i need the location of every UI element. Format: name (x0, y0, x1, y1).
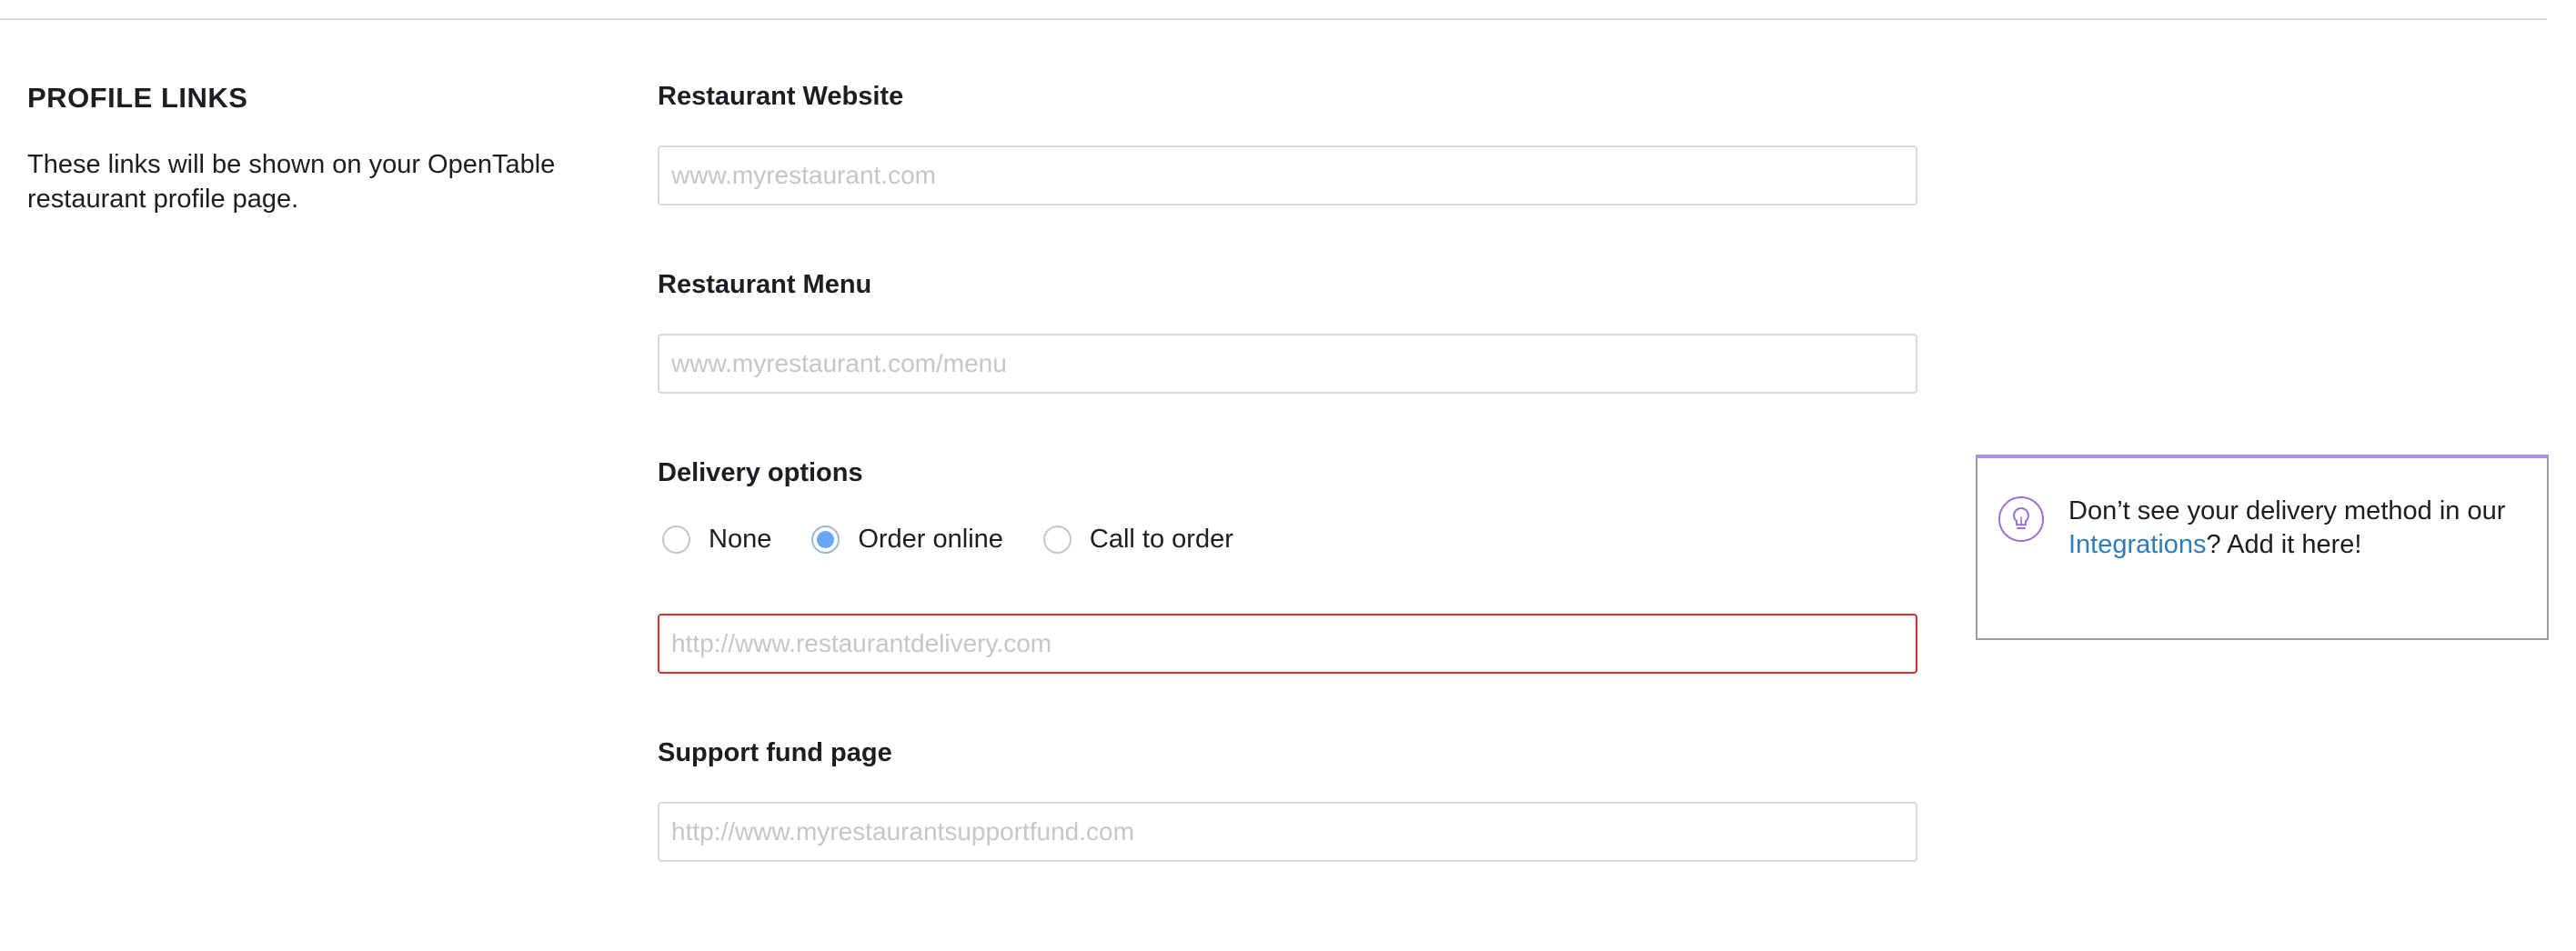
website-input[interactable] (658, 145, 1917, 205)
radio-label-order-online: Order online (858, 524, 1003, 554)
section-title: PROFILE LINKS (27, 82, 248, 114)
menu-input[interactable] (658, 334, 1917, 394)
radio-option-none[interactable]: None (662, 525, 771, 555)
delivery-options-label: Delivery options (658, 458, 863, 487)
delivery-tip-box: Don’t see your delivery method in our In… (1976, 455, 2549, 640)
radio-button-call-to-order[interactable] (1042, 525, 1072, 554)
website-label: Restaurant Website (658, 82, 904, 111)
radio-label-call-to-order: Call to order (1089, 524, 1233, 554)
delivery-url-input[interactable] (658, 614, 1917, 674)
tip-text-before: Don’t see your delivery method in our (2068, 496, 2506, 526)
section-divider (0, 18, 2547, 20)
support-fund-label: Support fund page (658, 738, 892, 767)
menu-label: Restaurant Menu (658, 270, 872, 299)
radio-button-order-online[interactable] (811, 525, 840, 554)
radio-button-none[interactable] (662, 525, 690, 554)
delivery-options-radio-group: None Order online Call to order (662, 520, 1273, 558)
tip-text-after: ? Add it here! (2206, 530, 2362, 559)
lightbulb-icon (1997, 496, 2045, 543)
radio-option-call-to-order[interactable]: Call to order (1042, 524, 1233, 555)
section-description: These links will be shown on your OpenTa… (27, 150, 556, 214)
radio-option-order-online[interactable]: Order online (811, 525, 1003, 555)
radio-label-none: None (709, 524, 772, 554)
integrations-link[interactable]: Integrations (2068, 530, 2207, 559)
support-fund-input[interactable] (658, 802, 1917, 862)
tip-message: Don’t see your delivery method in our In… (2068, 495, 2532, 562)
